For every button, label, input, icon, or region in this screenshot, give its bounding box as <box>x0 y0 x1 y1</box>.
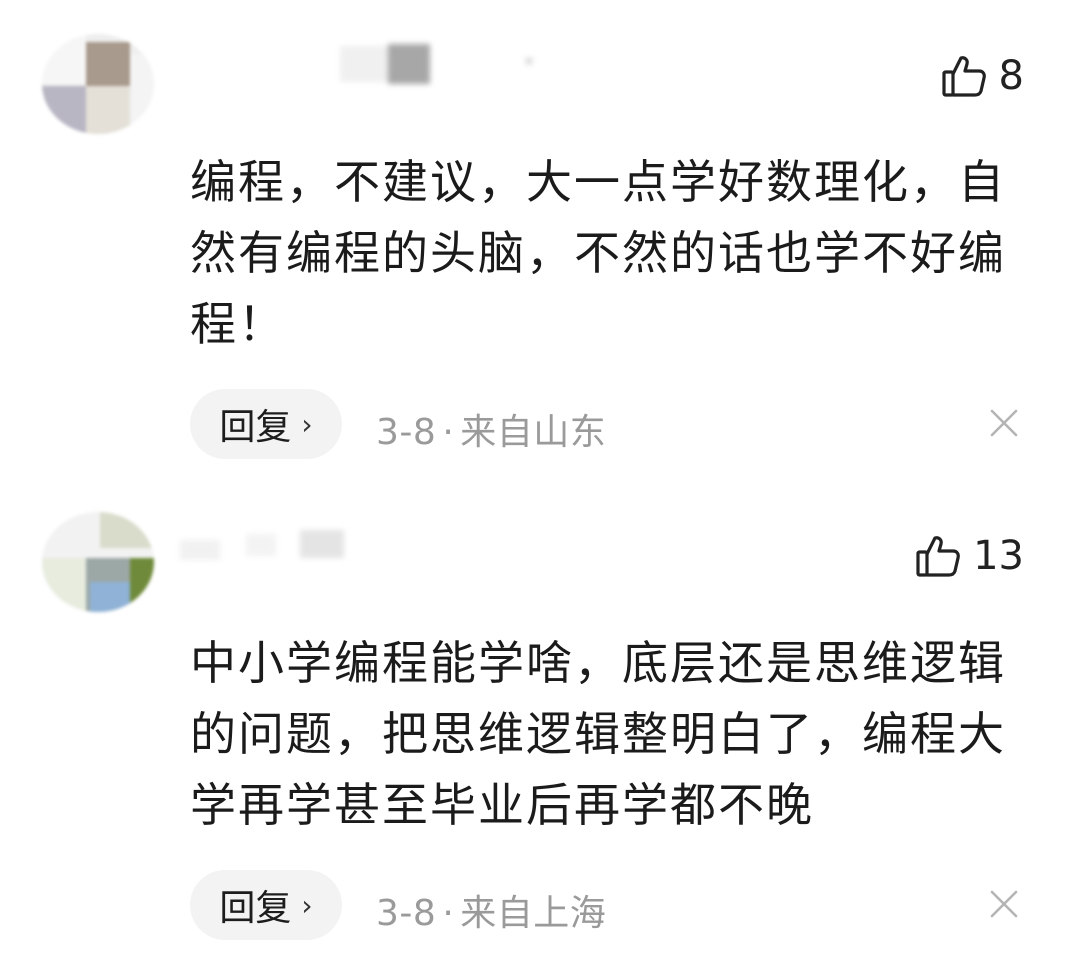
chevron-right-icon: › <box>301 407 313 441</box>
comment-location: 来自山东 <box>460 412 607 453</box>
meta-separator: · <box>442 412 455 453</box>
thumbs-up-icon <box>916 536 960 577</box>
comment-item: 13 中小学编程能学啥，底层还是思维逻辑的问题，把思维逻辑整明白了，编程大学再学… <box>0 480 1076 963</box>
thumbs-up-icon <box>941 56 986 97</box>
comment-meta: 3-8 · 来自上海 <box>376 884 606 936</box>
username-redacted[interactable] <box>340 42 550 86</box>
comment-date: 3-8 <box>376 893 437 934</box>
chevron-right-icon: › <box>301 888 313 922</box>
comment-item: 8 编程，不建议，大一点学好数理化，自然有编程的头脑，不然的话也学不好编程！ 回… <box>0 0 1076 480</box>
avatar[interactable] <box>42 34 154 134</box>
like-count: 8 <box>998 53 1024 99</box>
like-button[interactable]: 13 <box>915 534 1024 578</box>
close-icon[interactable] <box>988 888 1020 920</box>
like-count: 13 <box>973 533 1024 579</box>
comment-location: 来自上海 <box>460 893 607 934</box>
comment-date: 3-8 <box>376 412 437 453</box>
username-redacted[interactable] <box>180 526 350 570</box>
reply-label: 回复 <box>219 407 292 448</box>
comment-text: 中小学编程能学啥，底层还是思维逻辑的问题，把思维逻辑整明白了，编程大学再学甚至毕… <box>190 636 1006 832</box>
meta-separator: · <box>442 893 455 934</box>
reply-button[interactable]: 回复 › <box>190 389 342 459</box>
avatar[interactable] <box>42 512 154 612</box>
reply-label: 回复 <box>219 888 292 929</box>
comment-meta: 3-8 · 来自山东 <box>376 403 606 455</box>
reply-button[interactable]: 回复 › <box>190 870 342 940</box>
like-button[interactable]: 8 <box>941 54 1024 98</box>
comment-text: 编程，不建议，大一点学好数理化，自然有编程的头脑，不然的话也学不好编程！ <box>190 155 1006 351</box>
close-icon[interactable] <box>988 407 1020 439</box>
